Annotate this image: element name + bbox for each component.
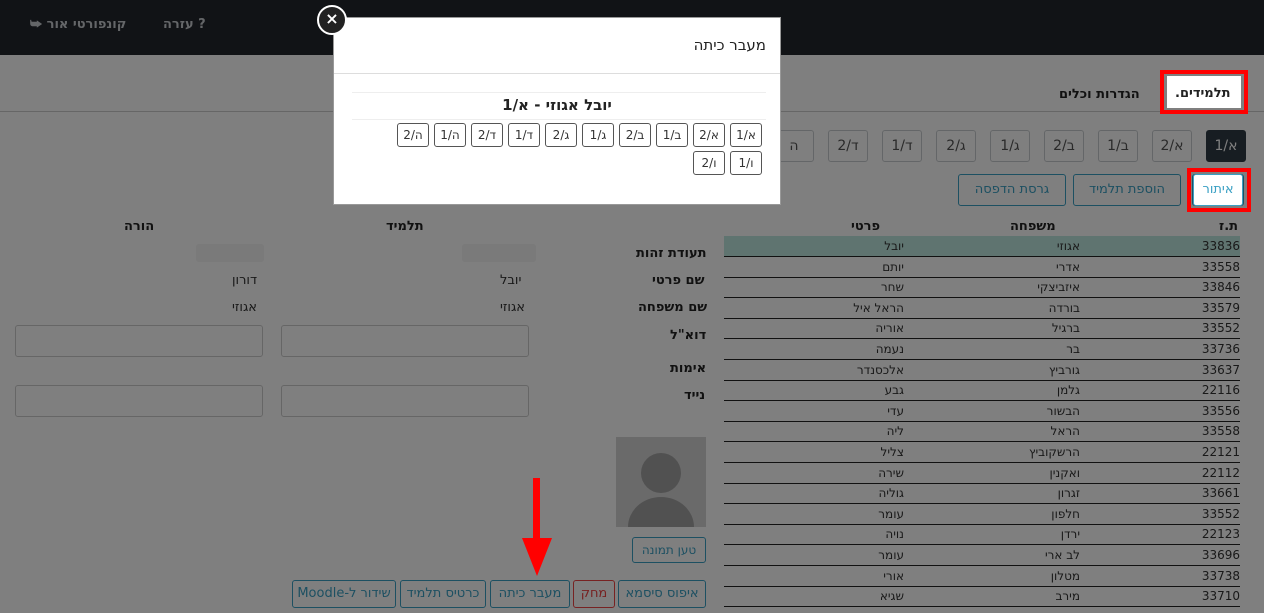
transfer-class-modal: מעבר כיתה יובל אגוזי - א/1 א/1 א/2 ב/1 ב/2 ג…: [333, 17, 781, 205]
red-arrow-icon: [522, 478, 552, 576]
modal-header-divider: [334, 73, 780, 74]
modal-class-button[interactable]: ג/1: [582, 123, 614, 147]
modal-class-button[interactable]: ב/2: [619, 123, 651, 147]
modal-class-button[interactable]: ג/2: [545, 123, 577, 147]
modal-class-button[interactable]: ו/1: [730, 151, 762, 175]
modal-class-button[interactable]: ה/1: [434, 123, 466, 147]
modal-class-button[interactable]: ד/1: [508, 123, 540, 147]
modal-student-name: יובל אגוזי - א/1: [502, 96, 612, 114]
modal-divider-2: [352, 119, 766, 120]
modal-divider: [352, 92, 766, 93]
highlight-box-search-frame: [1187, 168, 1251, 212]
highlight-box-students-tab-frame: [1160, 70, 1248, 114]
modal-class-button[interactable]: ד/2: [471, 123, 503, 147]
close-icon[interactable]: ×: [317, 5, 347, 35]
modal-class-button[interactable]: ו/2: [693, 151, 725, 175]
modal-class-button[interactable]: א/2: [693, 123, 725, 147]
modal-class-button[interactable]: א/1: [730, 123, 762, 147]
modal-title: מעבר כיתה: [693, 36, 766, 54]
modal-class-button[interactable]: ב/1: [656, 123, 688, 147]
modal-class-button[interactable]: ה/2: [397, 123, 429, 147]
